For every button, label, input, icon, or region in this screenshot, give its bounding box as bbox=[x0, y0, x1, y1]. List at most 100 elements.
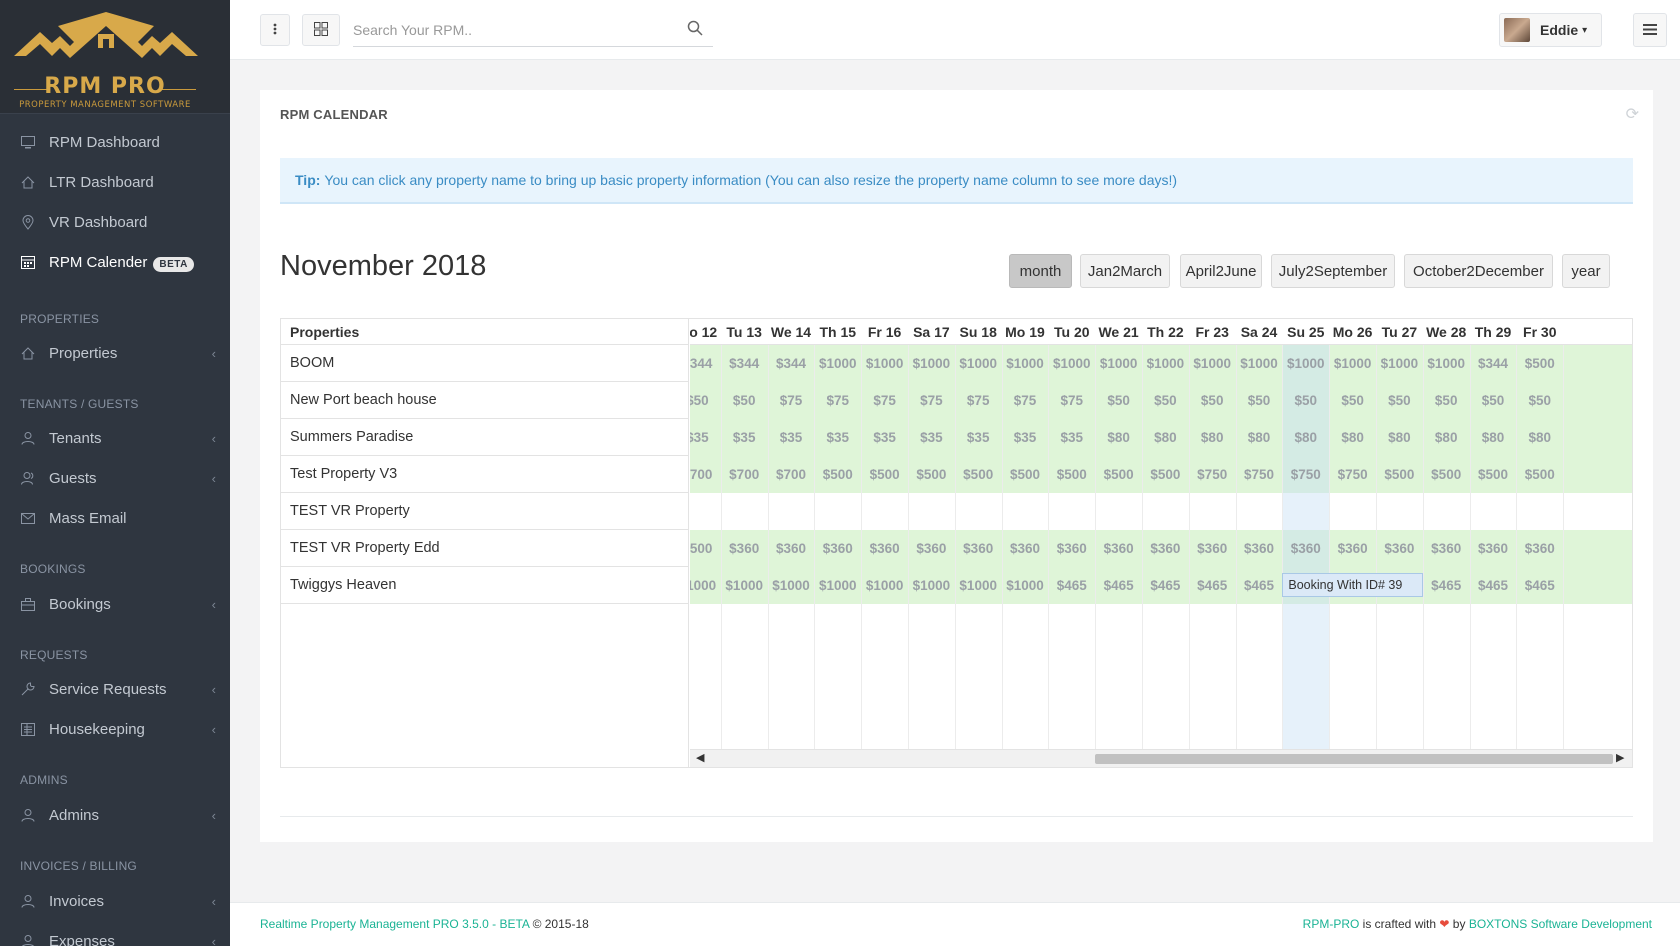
day-rate[interactable]: $1000 bbox=[861, 345, 908, 382]
day-rate[interactable]: $1000 bbox=[1236, 345, 1283, 382]
day-rate[interactable]: $344 bbox=[1470, 345, 1517, 382]
day-rate[interactable]: $35 bbox=[1048, 419, 1095, 456]
scroll-right-arrow-icon[interactable]: ▶ bbox=[1616, 750, 1624, 767]
day-rate[interactable]: $75 bbox=[955, 382, 1002, 419]
day-rate[interactable]: $80 bbox=[1189, 419, 1236, 456]
sidebar-item-ltr-dashboard[interactable]: LTR Dashboard bbox=[0, 162, 230, 202]
company-link[interactable]: BOXTONS Software Development bbox=[1469, 917, 1652, 931]
property-name-new-port-beach-house[interactable]: New Port beach house bbox=[281, 382, 689, 419]
day-rate[interactable]: $1000 bbox=[721, 567, 768, 604]
day-rate[interactable]: $1000 bbox=[768, 567, 815, 604]
day-rate[interactable]: $465 bbox=[1470, 567, 1517, 604]
day-rate[interactable]: $500 bbox=[861, 456, 908, 493]
day-rate[interactable]: $80 bbox=[1236, 419, 1283, 456]
day-rate[interactable]: $35 bbox=[690, 419, 721, 456]
day-rate[interactable]: $360 bbox=[1095, 530, 1142, 567]
day-rate[interactable]: $1000 bbox=[955, 345, 1002, 382]
day-rate[interactable]: $1000 bbox=[814, 567, 861, 604]
day-rate[interactable]: $35 bbox=[721, 419, 768, 456]
day-rate[interactable]: $50 bbox=[690, 382, 721, 419]
day-rate[interactable]: $1000 bbox=[1189, 345, 1236, 382]
day-rate[interactable]: $360 bbox=[1329, 530, 1376, 567]
day-rate[interactable]: $500 bbox=[814, 456, 861, 493]
day-rate[interactable]: $500 bbox=[1095, 456, 1142, 493]
day-rate[interactable]: $465 bbox=[1423, 567, 1470, 604]
day-rate[interactable]: $35 bbox=[768, 419, 815, 456]
day-rate[interactable]: $1000 bbox=[1282, 345, 1329, 382]
day-rate[interactable]: $360 bbox=[768, 530, 815, 567]
day-rate[interactable]: $50 bbox=[1142, 382, 1189, 419]
property-name-test-property-v3[interactable]: Test Property V3 bbox=[281, 456, 689, 493]
sidebar-item-vr-dashboard[interactable]: VR Dashboard bbox=[0, 202, 230, 242]
day-rate[interactable]: $1000 bbox=[690, 567, 721, 604]
property-name-twiggys-heaven[interactable]: Twiggys Heaven bbox=[281, 567, 689, 604]
day-rate[interactable]: $344 bbox=[721, 345, 768, 382]
day-rate[interactable]: $50 bbox=[1329, 382, 1376, 419]
day-rate[interactable]: $360 bbox=[814, 530, 861, 567]
day-rate[interactable]: $360 bbox=[1423, 530, 1470, 567]
day-rate[interactable]: $75 bbox=[861, 382, 908, 419]
day-rate[interactable]: $465 bbox=[1189, 567, 1236, 604]
view-april2june-button[interactable]: April2June bbox=[1180, 254, 1262, 288]
sidebar-item-rpm-dashboard[interactable]: RPM Dashboard bbox=[0, 122, 230, 162]
day-rate[interactable]: $1000 bbox=[1142, 345, 1189, 382]
day-rate[interactable]: $1000 bbox=[814, 345, 861, 382]
sidebar-item-admins[interactable]: Admins ‹ bbox=[0, 795, 230, 835]
day-rate[interactable]: $80 bbox=[1470, 419, 1517, 456]
day-rate[interactable]: $50 bbox=[1423, 382, 1470, 419]
day-rate[interactable]: $465 bbox=[1095, 567, 1142, 604]
day-rate[interactable]: $500 bbox=[1516, 345, 1563, 382]
day-rate[interactable]: $35 bbox=[908, 419, 955, 456]
day-rate[interactable]: $75 bbox=[1002, 382, 1049, 419]
day-rate[interactable]: $35 bbox=[955, 419, 1002, 456]
day-rate[interactable]: $700 bbox=[768, 456, 815, 493]
view-year-button[interactable]: year bbox=[1562, 254, 1610, 288]
sidebar-item-mass-email[interactable]: Mass Email bbox=[0, 498, 230, 538]
brand-logo[interactable]: RPM PRO PROPERTY MANAGEMENT SOFTWARE bbox=[0, 0, 230, 114]
day-rate[interactable]: $1000 bbox=[1048, 345, 1095, 382]
day-rate[interactable]: $80 bbox=[1376, 419, 1423, 456]
day-rate[interactable]: $50 bbox=[1236, 382, 1283, 419]
day-rate[interactable]: $700 bbox=[721, 456, 768, 493]
properties-column[interactable]: Properties BOOM New Port beach house Sum… bbox=[281, 319, 689, 767]
property-name-test-vr-property[interactable]: TEST VR Property bbox=[281, 493, 689, 530]
day-rate[interactable]: $1000 bbox=[955, 567, 1002, 604]
day-rate[interactable]: $500 bbox=[1142, 456, 1189, 493]
day-rate[interactable]: $1000 bbox=[1002, 345, 1049, 382]
day-rate[interactable]: $1000 bbox=[908, 345, 955, 382]
day-rate[interactable]: $360 bbox=[1470, 530, 1517, 567]
sidebar-item-service-requests[interactable]: Service Requests ‹ bbox=[0, 669, 230, 709]
day-rate[interactable]: $465 bbox=[1516, 567, 1563, 604]
property-name-summers-paradise[interactable]: Summers Paradise bbox=[281, 419, 689, 456]
day-rate[interactable]: $35 bbox=[814, 419, 861, 456]
app-version-link[interactable]: Realtime Property Management PRO 3.5.0 -… bbox=[260, 917, 529, 931]
day-rate[interactable]: $750 bbox=[1329, 456, 1376, 493]
day-rate[interactable]: $50 bbox=[1189, 382, 1236, 419]
day-rate[interactable]: $344 bbox=[768, 345, 815, 382]
day-rate[interactable]: $50 bbox=[1095, 382, 1142, 419]
sidebar-item-tenants[interactable]: Tenants ‹ bbox=[0, 418, 230, 458]
refresh-icon[interactable]: ⟳ bbox=[1626, 104, 1639, 124]
day-rate[interactable]: $700 bbox=[690, 456, 721, 493]
day-rate[interactable]: $80 bbox=[1142, 419, 1189, 456]
day-rate[interactable]: $465 bbox=[1142, 567, 1189, 604]
day-rate[interactable]: $50 bbox=[1376, 382, 1423, 419]
rpm-pro-link[interactable]: RPM-PRO bbox=[1303, 917, 1360, 931]
day-rate[interactable]: $1000 bbox=[1423, 345, 1470, 382]
property-name-boom[interactable]: BOOM bbox=[281, 345, 689, 382]
day-rate[interactable]: $360 bbox=[1142, 530, 1189, 567]
day-rate[interactable]: $750 bbox=[1189, 456, 1236, 493]
day-rate[interactable]: $750 bbox=[1282, 456, 1329, 493]
sidebar-item-invoices[interactable]: Invoices ‹ bbox=[0, 881, 230, 921]
day-rate[interactable]: $80 bbox=[1282, 419, 1329, 456]
day-rate[interactable]: $75 bbox=[1048, 382, 1095, 419]
sidebar-item-guests[interactable]: Guests ‹ bbox=[0, 458, 230, 498]
property-name-test-vr-property-edd[interactable]: TEST VR Property Edd bbox=[281, 530, 689, 567]
search-input[interactable] bbox=[353, 13, 713, 47]
day-rate[interactable]: $500 bbox=[1048, 456, 1095, 493]
day-rate[interactable]: $75 bbox=[908, 382, 955, 419]
day-rate[interactable]: $360 bbox=[861, 530, 908, 567]
day-rate[interactable]: $360 bbox=[1048, 530, 1095, 567]
booking-bar[interactable]: Booking With ID# 39 bbox=[1282, 573, 1423, 597]
user-menu-button[interactable]: Eddie ▾ bbox=[1499, 13, 1602, 47]
